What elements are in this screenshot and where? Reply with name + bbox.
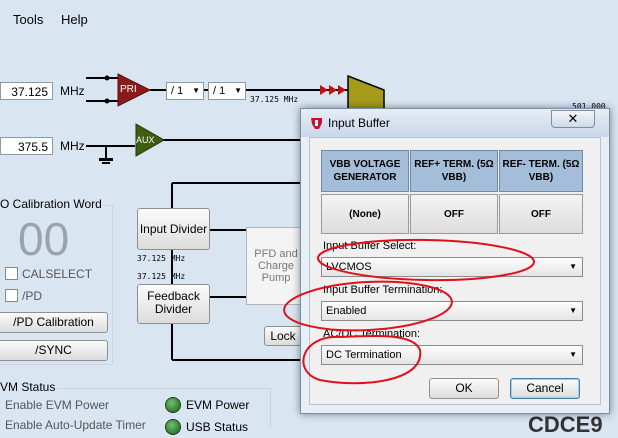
feedback-divider-button[interactable]: Feedback Divider bbox=[137, 284, 210, 324]
usb-status-label: USB Status bbox=[186, 420, 249, 434]
pri-divider-2-value: / 1 bbox=[213, 85, 226, 97]
freq-feedback-divider: 37.125 MHz bbox=[137, 272, 186, 281]
evm-power-led-icon bbox=[165, 397, 181, 413]
freq-input-divider: 37.125 MHz bbox=[137, 254, 186, 263]
chevron-down-icon: ▼ bbox=[234, 86, 242, 95]
aux-unit: MHz bbox=[60, 139, 85, 153]
dialog-title: Input Buffer bbox=[328, 116, 390, 130]
aux-frequency-input[interactable]: 375.5 bbox=[0, 137, 53, 155]
pd-checkbox[interactable] bbox=[5, 289, 18, 302]
evm-status-title: VM Status bbox=[0, 380, 59, 394]
aux-label: AUX bbox=[136, 135, 155, 145]
ref-minus-term-header: REF- TERM. (5Ω VBB) bbox=[499, 150, 583, 192]
ref-plus-term-value[interactable]: OFF bbox=[410, 194, 498, 234]
usb-status-led-icon bbox=[165, 419, 181, 435]
input-buffer-termination-value: Enabled bbox=[326, 305, 367, 317]
acdc-termination-label: AC/DC Termination: bbox=[323, 328, 420, 340]
lock-button[interactable]: Lock bbox=[264, 326, 302, 346]
calselect-checkbox[interactable] bbox=[5, 267, 18, 280]
pfd-charge-pump-block[interactable]: PFD and Charge Pump bbox=[246, 227, 306, 305]
input-buffer-select-label: Input Buffer Select: bbox=[323, 240, 417, 252]
freq-after-divider: 37.125 MHz bbox=[250, 95, 299, 104]
pd-label: /PD bbox=[22, 289, 43, 303]
pri-divider-1-value: / 1 bbox=[171, 85, 184, 97]
input-buffer-select-value: LVCMOS bbox=[326, 261, 372, 273]
pri-unit: MHz bbox=[60, 84, 85, 98]
dialog-body: VBB VOLTAGE GENERATOR REF+ TERM. (5Ω VBB… bbox=[309, 137, 601, 405]
pri-frequency-input[interactable]: 37.125 bbox=[0, 82, 53, 100]
evm-power-label: EVM Power bbox=[186, 398, 250, 412]
device-name-partial: CDCE9 bbox=[528, 412, 603, 437]
input-buffer-termination-label: Input Buffer Termination: bbox=[323, 284, 443, 296]
cancel-button[interactable]: Cancel bbox=[510, 378, 580, 399]
pri-divider-2-select[interactable]: / 1 ▼ bbox=[208, 82, 246, 100]
ref-minus-term-value[interactable]: OFF bbox=[499, 194, 583, 234]
calselect-label: CALSELECT bbox=[22, 267, 93, 281]
chevron-down-icon: ▼ bbox=[569, 350, 577, 359]
acdc-termination-select[interactable]: DC Termination ▼ bbox=[321, 345, 583, 365]
chevron-down-icon: ▼ bbox=[569, 262, 577, 271]
close-button[interactable]: ✕ bbox=[551, 110, 595, 128]
sync-button[interactable]: /SYNC bbox=[0, 340, 108, 361]
chevron-down-icon: ▼ bbox=[569, 306, 577, 315]
pri-divider-1-select[interactable]: / 1 ▼ bbox=[166, 82, 204, 100]
input-buffer-select[interactable]: LVCMOS ▼ bbox=[321, 257, 583, 277]
input-buffer-dialog: Input Buffer ✕ VBB VOLTAGE GENERATOR REF… bbox=[300, 108, 610, 414]
ref-plus-term-header: REF+ TERM. (5Ω VBB) bbox=[410, 150, 498, 192]
enable-auto-update-label[interactable]: Enable Auto-Update Timer bbox=[5, 418, 146, 432]
vbb-voltage-value[interactable]: (None) bbox=[321, 194, 409, 234]
acdc-termination-value: DC Termination bbox=[326, 349, 402, 361]
chevron-down-icon: ▼ bbox=[192, 86, 200, 95]
ti-logo-icon bbox=[311, 118, 322, 129]
enable-evm-power-label[interactable]: Enable EVM Power bbox=[5, 398, 109, 412]
ok-button[interactable]: OK bbox=[429, 378, 499, 399]
calibration-title: O Calibration Word bbox=[0, 197, 105, 211]
input-buffer-termination-select[interactable]: Enabled ▼ bbox=[321, 301, 583, 321]
calibration-value: 00 bbox=[18, 213, 70, 265]
vbb-voltage-header: VBB VOLTAGE GENERATOR bbox=[321, 150, 409, 192]
input-divider-button[interactable]: Input Divider bbox=[137, 208, 210, 250]
pri-label: PRI bbox=[120, 84, 137, 95]
pd-calibration-button[interactable]: /PD Calibration bbox=[0, 312, 108, 333]
